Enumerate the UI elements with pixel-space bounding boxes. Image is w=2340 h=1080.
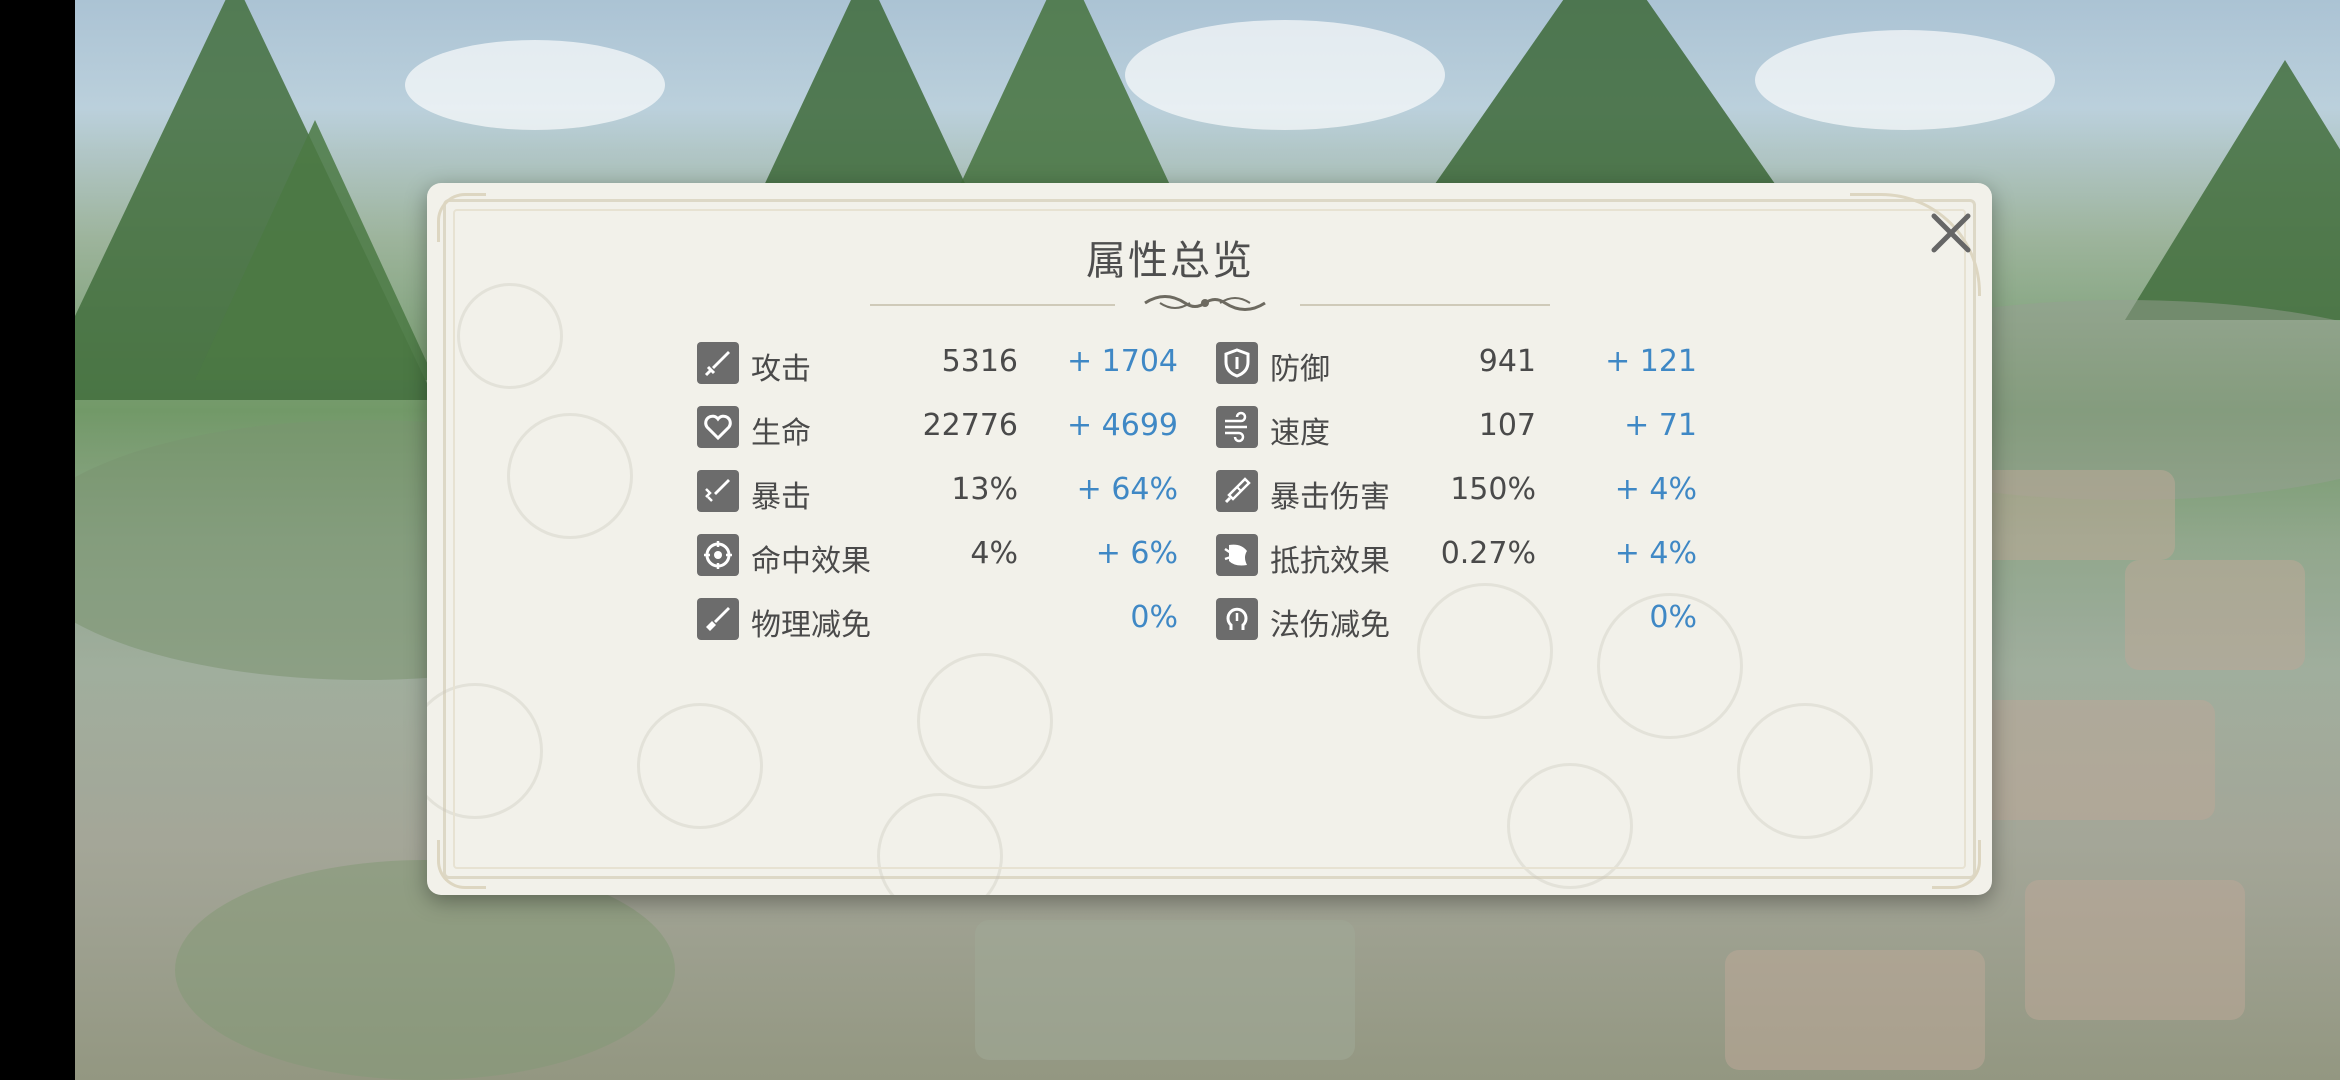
sword-icon <box>697 342 739 384</box>
stat-bonus: 0% <box>1130 600 1178 635</box>
stat-name: 法伤减免 <box>1270 608 1390 643</box>
resist-icon <box>1216 534 1258 576</box>
left-black-bar <box>0 0 75 1080</box>
close-icon <box>1931 213 1971 253</box>
heart-icon <box>697 406 739 448</box>
physical-reduction-icon <box>697 598 739 640</box>
title-divider-right <box>1300 304 1550 306</box>
crit-sword-icon <box>697 470 739 512</box>
stat-value: 4% <box>970 536 1018 571</box>
close-button[interactable] <box>1920 202 1982 264</box>
crit-damage-icon <box>1216 470 1258 512</box>
stat-name: 命中效果 <box>751 544 871 579</box>
shield-icon <box>1216 342 1258 384</box>
target-icon <box>697 534 739 576</box>
stat-name: 暴击 <box>751 480 811 515</box>
stat-bonus: + 64% <box>1076 472 1178 507</box>
game-screen: 属性总览 攻击 5316 + 1704 生命 22776 + 4699 暴击 1… <box>0 0 2340 1080</box>
stat-bonus: + 4699 <box>1066 408 1178 443</box>
stat-name: 生命 <box>751 416 811 451</box>
stat-value: 22776 <box>922 408 1018 443</box>
stat-name: 速度 <box>1270 416 1330 451</box>
magic-reduction-icon <box>1216 598 1258 640</box>
stat-name: 抵抗效果 <box>1270 544 1390 579</box>
stat-name: 防御 <box>1270 352 1330 387</box>
stat-value: 150% <box>1450 472 1536 507</box>
stat-bonus: + 4% <box>1614 472 1697 507</box>
stat-bonus: + 6% <box>1095 536 1178 571</box>
stat-bonus: + 4% <box>1614 536 1697 571</box>
stat-bonus: + 71 <box>1624 408 1697 443</box>
stat-bonus: 0% <box>1649 600 1697 635</box>
stat-value: 941 <box>1478 344 1536 379</box>
stat-name: 物理减免 <box>751 608 871 643</box>
stat-value: 13% <box>951 472 1018 507</box>
stat-name: 攻击 <box>751 352 811 387</box>
stat-bonus: + 1704 <box>1066 344 1178 379</box>
stat-bonus: + 121 <box>1605 344 1697 379</box>
title-ornament-icon <box>1144 295 1266 311</box>
stat-value: 5316 <box>941 344 1018 379</box>
panel-title: 属性总览 <box>1086 238 1254 284</box>
stat-name: 暴击伤害 <box>1270 480 1390 515</box>
wind-icon <box>1216 406 1258 448</box>
stat-value: 0.27% <box>1440 536 1536 571</box>
stat-value: 107 <box>1478 408 1536 443</box>
title-divider-left <box>870 304 1115 306</box>
